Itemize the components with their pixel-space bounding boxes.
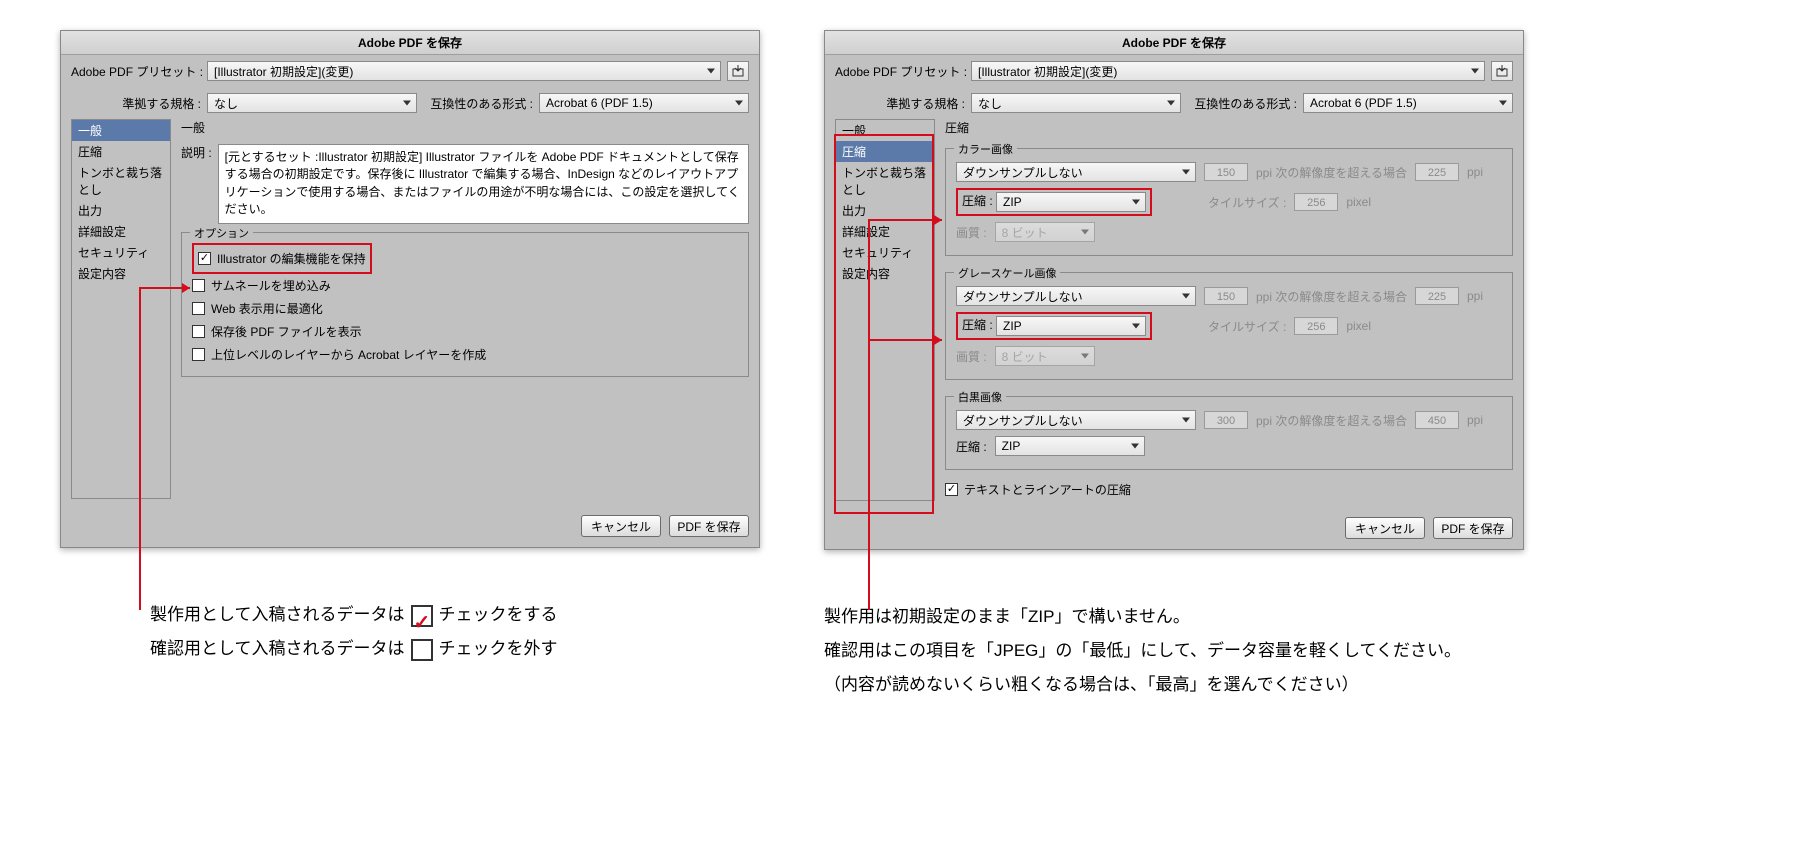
preset-label: Adobe PDF プリセット : [71,63,201,80]
standard-label-2: 準拠する規格 : [835,95,965,112]
sidebar-item-compression-2[interactable]: 圧縮 [836,141,934,162]
gray-quality-select: 8 ビット [995,346,1095,366]
save-pdf-button[interactable]: PDF を保存 [669,515,749,537]
panel-title-compression: 圧縮 [945,119,1513,136]
options-legend: オプション [190,225,253,241]
gray-downsample-select[interactable]: ダウンサンプルしない [956,286,1196,306]
sidebar-item-marks[interactable]: トンボと裁ち落とし [72,162,170,200]
checked-box-icon [411,605,433,627]
opt-view-after-save[interactable]: 保存後 PDF ファイルを表示 [192,320,738,343]
checkbox-icon [198,252,211,265]
opt-web-optimize[interactable]: Web 表示用に最適化 [192,297,738,320]
opt-embed-thumbnail[interactable]: サムネールを埋め込み [192,274,738,297]
color-compress-select[interactable]: ZIP [996,192,1146,212]
sidebar-item-marks-2[interactable]: トンボと裁ち落とし [836,162,934,200]
sidebar-item-summary-2[interactable]: 設定内容 [836,263,934,284]
standard-label: 準拠する規格 : [71,95,201,112]
compat-label: 互換性のある形式 : [430,95,533,112]
standard-select-2[interactable]: なし [971,93,1181,113]
pdf-save-dialog-general: Adobe PDF を保存 Adobe PDF プリセット : [Illustr… [60,30,760,548]
save-preset-icon[interactable] [727,61,749,81]
mono-downsample-select[interactable]: ダウンサンプルしない [956,410,1196,430]
sidebar-item-summary[interactable]: 設定内容 [72,263,170,284]
highlight-color-compress: 圧縮 : ZIP [956,188,1152,216]
options-group: オプション Illustrator の編集機能を保持 サムネールを埋め込み We… [181,232,749,377]
save-pdf-button-2[interactable]: PDF を保存 [1433,517,1513,539]
color-ppi1: 150 [1204,163,1248,181]
left-caption: 製作用として入稿されるデータはチェックをする 確認用として入稿されるデータはチェ… [150,598,800,666]
desc-label: 説明 : [181,144,212,161]
color-downsample-select[interactable]: ダウンサンプルしない [956,162,1196,182]
sidebar-item-output[interactable]: 出力 [72,200,170,221]
compat-label-2: 互換性のある形式 : [1194,95,1297,112]
preset-label-2: Adobe PDF プリセット : [835,63,965,80]
sidebar-item-advanced-2[interactable]: 詳細設定 [836,221,934,242]
dialog-title: Adobe PDF を保存 [61,31,759,55]
color-images-group: カラー画像 ダウンサンプルしない 150 ppi 次の解像度を超える場合 225… [945,148,1513,256]
highlight-gray-compress: 圧縮 : ZIP [956,312,1152,340]
highlight-preserve-editing: Illustrator の編集機能を保持 [192,243,372,274]
color-quality-select: 8 ビット [995,222,1095,242]
unchecked-box-icon [411,639,433,661]
desc-textarea[interactable]: [元とするセット :Illustrator 初期設定] Illustrator … [218,144,749,224]
panel-title-general: 一般 [181,119,749,136]
compat-select-2[interactable]: Acrobat 6 (PDF 1.5) [1303,93,1513,113]
standard-select[interactable]: なし [207,93,417,113]
pdf-save-dialog-compression: Adobe PDF を保存 Adobe PDF プリセット : [Illustr… [824,30,1524,550]
sidebar-item-output-2[interactable]: 出力 [836,200,934,221]
mono-compress-select[interactable]: ZIP [995,436,1145,456]
cancel-button[interactable]: キャンセル [581,515,661,537]
dialog-title-2: Adobe PDF を保存 [825,31,1523,55]
sidebar-item-advanced[interactable]: 詳細設定 [72,221,170,242]
category-sidebar-2: 一般 圧縮 トンボと裁ち落とし 出力 詳細設定 セキュリティ 設定内容 [835,119,935,501]
preset-select[interactable]: [Illustrator 初期設定](変更) [207,61,721,81]
grayscale-images-group: グレースケール画像 ダウンサンプルしない 150 ppi 次の解像度を超える場合… [945,272,1513,380]
sidebar-item-security[interactable]: セキュリティ [72,242,170,263]
opt-preserve-editing[interactable]: Illustrator の編集機能を保持 [198,247,366,270]
sidebar-item-general-2[interactable]: 一般 [836,120,934,141]
compat-select[interactable]: Acrobat 6 (PDF 1.5) [539,93,749,113]
gray-compress-select[interactable]: ZIP [996,316,1146,336]
opt-acrobat-layers[interactable]: 上位レベルのレイヤーから Acrobat レイヤーを作成 [192,343,738,366]
sidebar-item-general[interactable]: 一般 [72,120,170,141]
color-ppi2: 225 [1415,163,1459,181]
sidebar-item-compression[interactable]: 圧縮 [72,141,170,162]
save-preset-icon-2[interactable] [1491,61,1513,81]
preset-select-2[interactable]: [Illustrator 初期設定](変更) [971,61,1485,81]
sidebar-item-security-2[interactable]: セキュリティ [836,242,934,263]
category-sidebar: 一般 圧縮 トンボと裁ち落とし 出力 詳細設定 セキュリティ 設定内容 [71,119,171,499]
right-caption: 製作用は初期設定のまま「ZIP」で構いません。 確認用はこの項目を「JPEG」の… [824,600,1564,702]
cancel-button-2[interactable]: キャンセル [1345,517,1425,539]
text-lineart-compress[interactable]: テキストとラインアートの圧縮 [945,478,1513,501]
mono-images-group: 白黒画像 ダウンサンプルしない 300 ppi 次の解像度を超える場合 450 … [945,396,1513,470]
